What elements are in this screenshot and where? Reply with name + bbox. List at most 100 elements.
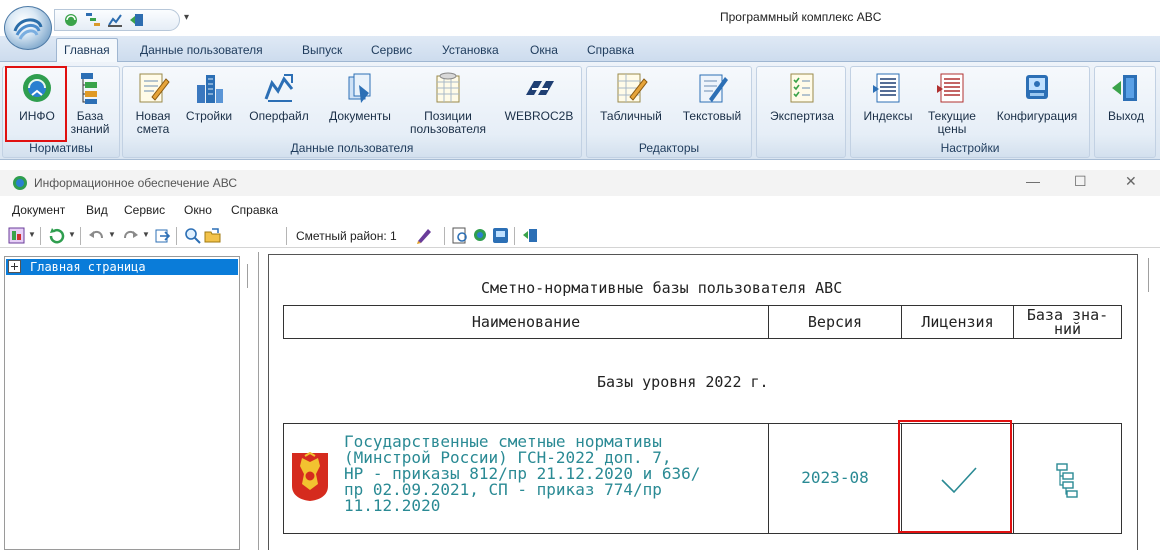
knowledge-base-icon — [81, 73, 97, 104]
row-version: 2023-08 — [769, 424, 902, 533]
settings-panel-icon[interactable] — [492, 227, 509, 244]
row-name-cell[interactable]: Государственные сметные нормативы (Минст… — [284, 424, 769, 533]
toolbar-separator — [514, 227, 515, 245]
current-prices-label-1: Текущие — [928, 109, 976, 123]
qat-customize-dropdown[interactable]: ▾ — [184, 12, 189, 23]
menu-help[interactable]: Справка — [231, 203, 278, 217]
knowledge-tree-icon[interactable] — [1054, 462, 1080, 500]
content-title: Сметно-нормативные базы пользователя АВС — [481, 279, 843, 297]
header-knowledge-base: База зна- ний — [1014, 306, 1121, 338]
inner-toolbar: ▼ ▼ ▼ ▼ — [0, 224, 1160, 248]
content-scrollbar[interactable] — [1148, 258, 1149, 292]
info-window-icon — [13, 176, 27, 190]
inner-menu-bar: Документ Вид Сервис Окно Справка — [0, 200, 1160, 220]
header-name: Наименование — [284, 306, 769, 338]
preview-icon[interactable] — [452, 227, 469, 244]
table-editor-button[interactable]: Табличный — [591, 71, 671, 123]
menu-document[interactable]: Документ — [12, 203, 65, 217]
minimize-button[interactable]: — — [1026, 173, 1040, 189]
ribbon-tab-bar: Главная Данные пользователя Выпуск Серви… — [0, 36, 1160, 63]
indexes-icon — [873, 73, 900, 103]
exit-small-icon[interactable] — [129, 12, 145, 28]
tab-user-data[interactable]: Данные пользователя — [140, 43, 263, 57]
section-title: Базы уровня 2022 г. — [597, 373, 769, 391]
checklist-icon — [790, 73, 814, 103]
content-frame-border — [258, 252, 262, 550]
open-folder-icon[interactable] — [204, 227, 221, 244]
group-settings-label: Настройки — [940, 141, 1000, 155]
menu-view[interactable]: Вид — [86, 203, 108, 217]
tab-main[interactable]: Главная — [56, 38, 118, 63]
go-to-icon[interactable] — [154, 227, 171, 244]
header-license: Лицензия — [902, 306, 1014, 338]
undo-icon[interactable] — [88, 227, 105, 244]
view-mode-icon[interactable] — [8, 227, 25, 244]
group-editors-label: Редакторы — [638, 141, 700, 155]
exit-button[interactable]: Выход — [1099, 71, 1153, 123]
expertise-label: Экспертиза — [770, 109, 834, 123]
documents-label: Документы — [329, 109, 391, 123]
refresh-dropdown[interactable]: ▼ — [68, 230, 76, 239]
chart-tool-icon[interactable] — [107, 12, 123, 28]
indexes-button[interactable]: Индексы — [855, 71, 921, 123]
license-cell-highlight — [898, 420, 1012, 533]
webroc-button[interactable]: WEBROC2B — [499, 71, 579, 123]
region-edit-icon[interactable] — [416, 227, 433, 244]
row-name-link[interactable]: Государственные сметные нормативы (Минст… — [344, 434, 764, 514]
row-knowledge-base-cell[interactable] — [1014, 424, 1121, 533]
quick-access-toolbar — [54, 9, 180, 31]
panel-splitter[interactable] — [247, 264, 248, 288]
menu-service[interactable]: Сервис — [124, 203, 165, 217]
buildings-icon — [197, 75, 223, 103]
application-menu-button[interactable] — [4, 6, 52, 50]
group-expertise: Экспертиза — [756, 66, 846, 158]
zoom-icon[interactable] — [184, 227, 201, 244]
tab-windows[interactable]: Окна — [530, 43, 558, 57]
configuration-label: Конфигурация — [996, 109, 1078, 123]
estimate-region-label: Сметный район: 1 — [296, 229, 397, 243]
redo-icon[interactable] — [122, 227, 139, 244]
user-positions-label-1: Позиции — [424, 109, 472, 123]
tab-output[interactable]: Выпуск — [302, 43, 342, 57]
text-editor-button[interactable]: Текстовый — [675, 71, 749, 123]
expand-icon[interactable] — [8, 260, 21, 273]
table-editor-icon — [617, 73, 648, 103]
tab-install[interactable]: Установка — [442, 43, 499, 57]
toolbar-separator — [176, 227, 177, 245]
configuration-button[interactable]: Конфигурация — [987, 71, 1087, 123]
operfile-button[interactable]: Оперфайл — [245, 71, 313, 123]
refresh-globe-icon[interactable] — [63, 12, 79, 28]
webroc-icon — [526, 81, 554, 95]
tree-item-main-page[interactable]: Главная страница — [6, 259, 238, 275]
documents-button[interactable]: Документы — [323, 71, 397, 123]
group-normatives-label: Нормативы — [29, 141, 93, 155]
buildings-button[interactable]: Стройки — [181, 71, 237, 123]
header-kb-line2: ний — [1053, 320, 1082, 338]
redo-dropdown[interactable]: ▼ — [142, 230, 150, 239]
navigation-tree: Главная страница — [4, 256, 240, 550]
view-mode-dropdown[interactable]: ▼ — [28, 230, 36, 239]
exit-label: Выход — [1108, 109, 1144, 123]
tree-list-icon[interactable] — [85, 12, 101, 28]
search-db-icon[interactable] — [472, 227, 489, 244]
group-editors: Табличный Текстовый Редакторы — [586, 66, 752, 158]
tab-help[interactable]: Справка — [587, 43, 634, 57]
tab-service[interactable]: Сервис — [371, 43, 412, 57]
new-estimate-label-2: смета — [136, 122, 170, 136]
close-button[interactable]: ✕ — [1125, 173, 1137, 190]
webroc-label: WEBROC2B — [504, 109, 574, 123]
new-estimate-label-1: Новая — [135, 109, 171, 123]
menu-window[interactable]: Окно — [184, 203, 212, 217]
refresh-icon[interactable] — [48, 227, 65, 244]
buildings-label: Стройки — [185, 109, 233, 123]
user-positions-button[interactable]: Позиции пользователя — [403, 71, 493, 136]
current-prices-button[interactable]: Текущие цены — [923, 71, 981, 136]
new-estimate-button[interactable]: Новая смета — [129, 71, 177, 136]
operfile-icon — [264, 74, 294, 102]
knowledge-base-button[interactable]: База знаний — [65, 71, 115, 136]
exit-window-icon[interactable] — [522, 227, 539, 244]
user-positions-label-2: пользователя — [410, 122, 486, 136]
undo-dropdown[interactable]: ▼ — [108, 230, 116, 239]
maximize-button[interactable]: ☐ — [1074, 173, 1087, 190]
expertise-button[interactable]: Экспертиза — [761, 71, 843, 123]
